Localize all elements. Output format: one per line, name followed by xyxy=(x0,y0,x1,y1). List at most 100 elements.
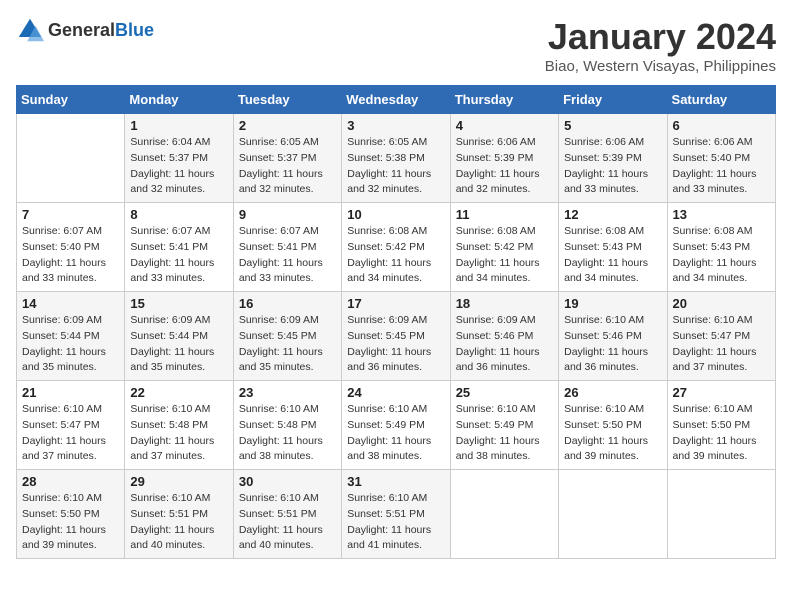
calendar-cell xyxy=(667,470,775,559)
calendar-table: SundayMondayTuesdayWednesdayThursdayFrid… xyxy=(16,85,776,559)
day-number: 16 xyxy=(239,296,336,311)
day-info: Sunrise: 6:07 AMSunset: 5:40 PMDaylight:… xyxy=(22,224,119,287)
weekday-header-monday: Monday xyxy=(125,86,233,114)
calendar-cell: 13 Sunrise: 6:08 AMSunset: 5:43 PMDayligh… xyxy=(667,203,775,292)
calendar-cell: 19Sunrise: 6:10 AMSunset: 5:46 PMDayligh… xyxy=(559,292,667,381)
calendar-header: SundayMondayTuesdayWednesdayThursdayFrid… xyxy=(17,86,776,114)
day-number: 12 xyxy=(564,207,661,222)
day-info: Sunrise: 6:05 AMSunset: 5:37 PMDaylight:… xyxy=(239,135,336,198)
calendar-cell: 25Sunrise: 6:10 AMSunset: 5:49 PMDayligh… xyxy=(450,381,558,470)
day-info: Sunrise: 6:10 AMSunset: 5:48 PMDaylight:… xyxy=(130,402,227,465)
day-number: 17 xyxy=(347,296,444,311)
day-info: Sunrise: 6:10 AMSunset: 5:50 PMDaylight:… xyxy=(22,491,119,554)
calendar-cell: 31 Sunrise: 6:10 AMSunset: 5:51 PMDayligh… xyxy=(342,470,450,559)
calendar-cell: 3Sunrise: 6:05 AMSunset: 5:38 PMDaylight… xyxy=(342,114,450,203)
calendar-body: 1Sunrise: 6:04 AMSunset: 5:37 PMDaylight… xyxy=(17,114,776,559)
day-number: 23 xyxy=(239,385,336,400)
title-area: January 2024 Biao, Western Visayas, Phil… xyxy=(545,16,776,75)
day-number: 6 xyxy=(673,118,770,133)
day-info: Sunrise: 6:10 AMSunset: 5:48 PMDaylight:… xyxy=(239,402,336,465)
logo-text: GeneralBlue xyxy=(48,20,154,41)
calendar-cell: 7 Sunrise: 6:07 AMSunset: 5:40 PMDaylight… xyxy=(17,203,125,292)
day-info: Sunrise: 6:08 AMSunset: 5:43 PMDaylight:… xyxy=(564,224,661,287)
day-info: Sunrise: 6:10 AMSunset: 5:49 PMDaylight:… xyxy=(347,402,444,465)
calendar-cell: 24 Sunrise: 6:10 AMSunset: 5:49 PMDayligh… xyxy=(342,381,450,470)
day-info: Sunrise: 6:10 AMSunset: 5:47 PMDaylight:… xyxy=(673,313,770,376)
calendar-cell: 9Sunrise: 6:07 AMSunset: 5:41 PMDaylight… xyxy=(233,203,341,292)
day-info: Sunrise: 6:06 AMSunset: 5:39 PMDaylight:… xyxy=(564,135,661,198)
calendar-cell: 16 Sunrise: 6:09 AMSunset: 5:45 PMDayligh… xyxy=(233,292,341,381)
calendar-cell: 21 Sunrise: 6:10 AMSunset: 5:47 PMDayligh… xyxy=(17,381,125,470)
day-info: Sunrise: 6:08 AMSunset: 5:42 PMDaylight:… xyxy=(347,224,444,287)
day-info: Sunrise: 6:10 AMSunset: 5:50 PMDaylight:… xyxy=(564,402,661,465)
weekday-header-sunday: Sunday xyxy=(17,86,125,114)
calendar-cell: 8 Sunrise: 6:07 AMSunset: 5:41 PMDaylight… xyxy=(125,203,233,292)
day-number: 3 xyxy=(347,118,444,133)
day-info: Sunrise: 6:07 AMSunset: 5:41 PMDaylight:… xyxy=(130,224,227,287)
calendar-cell: 23 Sunrise: 6:10 AMSunset: 5:48 PMDayligh… xyxy=(233,381,341,470)
logo-icon xyxy=(16,16,44,44)
header: GeneralBlue January 2024 Biao, Western V… xyxy=(16,16,776,75)
day-info: Sunrise: 6:10 AMSunset: 5:47 PMDaylight:… xyxy=(22,402,119,465)
month-title: January 2024 xyxy=(545,16,776,58)
calendar-cell: 15Sunrise: 6:09 AMSunset: 5:44 PMDayligh… xyxy=(125,292,233,381)
calendar-cell: 20 Sunrise: 6:10 AMSunset: 5:47 PMDayligh… xyxy=(667,292,775,381)
day-number: 21 xyxy=(22,385,119,400)
day-number: 10 xyxy=(347,207,444,222)
day-number: 20 xyxy=(673,296,770,311)
calendar-week-5: 28 Sunrise: 6:10 AMSunset: 5:50 PMDayligh… xyxy=(17,470,776,559)
day-info: Sunrise: 6:06 AMSunset: 5:40 PMDaylight:… xyxy=(673,135,770,198)
calendar-cell xyxy=(17,114,125,203)
day-info: Sunrise: 6:08 AMSunset: 5:43 PMDaylight:… xyxy=(673,224,770,287)
weekday-header-friday: Friday xyxy=(559,86,667,114)
calendar-week-4: 21 Sunrise: 6:10 AMSunset: 5:47 PMDayligh… xyxy=(17,381,776,470)
calendar-cell xyxy=(450,470,558,559)
day-number: 4 xyxy=(456,118,553,133)
day-info: Sunrise: 6:10 AMSunset: 5:50 PMDaylight:… xyxy=(673,402,770,465)
calendar-cell: 12 Sunrise: 6:08 AMSunset: 5:43 PMDayligh… xyxy=(559,203,667,292)
calendar-cell: 29Sunrise: 6:10 AMSunset: 5:51 PMDayligh… xyxy=(125,470,233,559)
day-number: 2 xyxy=(239,118,336,133)
day-info: Sunrise: 6:10 AMSunset: 5:51 PMDaylight:… xyxy=(239,491,336,554)
weekday-header-wednesday: Wednesday xyxy=(342,86,450,114)
day-number: 14 xyxy=(22,296,119,311)
calendar-week-3: 14 Sunrise: 6:09 AMSunset: 5:44 PMDayligh… xyxy=(17,292,776,381)
logo-general: General xyxy=(48,20,115,40)
day-number: 1 xyxy=(130,118,227,133)
calendar-cell: 4 Sunrise: 6:06 AMSunset: 5:39 PMDaylight… xyxy=(450,114,558,203)
day-info: Sunrise: 6:10 AMSunset: 5:51 PMDaylight:… xyxy=(347,491,444,554)
day-info: Sunrise: 6:08 AMSunset: 5:42 PMDaylight:… xyxy=(456,224,553,287)
day-number: 26 xyxy=(564,385,661,400)
day-info: Sunrise: 6:10 AMSunset: 5:51 PMDaylight:… xyxy=(130,491,227,554)
calendar-cell: 22 Sunrise: 6:10 AMSunset: 5:48 PMDayligh… xyxy=(125,381,233,470)
calendar-cell: 30 Sunrise: 6:10 AMSunset: 5:51 PMDayligh… xyxy=(233,470,341,559)
day-number: 7 xyxy=(22,207,119,222)
day-number: 5 xyxy=(564,118,661,133)
day-number: 18 xyxy=(456,296,553,311)
day-info: Sunrise: 6:09 AMSunset: 5:45 PMDaylight:… xyxy=(239,313,336,376)
day-number: 31 xyxy=(347,474,444,489)
day-number: 30 xyxy=(239,474,336,489)
weekday-row: SundayMondayTuesdayWednesdayThursdayFrid… xyxy=(17,86,776,114)
calendar-cell xyxy=(559,470,667,559)
calendar-cell: 10 Sunrise: 6:08 AMSunset: 5:42 PMDayligh… xyxy=(342,203,450,292)
calendar-cell: 2 Sunrise: 6:05 AMSunset: 5:37 PMDaylight… xyxy=(233,114,341,203)
day-info: Sunrise: 6:09 AMSunset: 5:45 PMDaylight:… xyxy=(347,313,444,376)
day-info: Sunrise: 6:09 AMSunset: 5:46 PMDaylight:… xyxy=(456,313,553,376)
day-number: 28 xyxy=(22,474,119,489)
calendar-cell: 26 Sunrise: 6:10 AMSunset: 5:50 PMDayligh… xyxy=(559,381,667,470)
calendar-cell: 1Sunrise: 6:04 AMSunset: 5:37 PMDaylight… xyxy=(125,114,233,203)
day-info: Sunrise: 6:06 AMSunset: 5:39 PMDaylight:… xyxy=(456,135,553,198)
calendar-cell: 14 Sunrise: 6:09 AMSunset: 5:44 PMDayligh… xyxy=(17,292,125,381)
location-title: Biao, Western Visayas, Philippines xyxy=(545,58,776,75)
calendar-cell: 27Sunrise: 6:10 AMSunset: 5:50 PMDayligh… xyxy=(667,381,775,470)
day-number: 24 xyxy=(347,385,444,400)
day-info: Sunrise: 6:09 AMSunset: 5:44 PMDaylight:… xyxy=(22,313,119,376)
weekday-header-thursday: Thursday xyxy=(450,86,558,114)
calendar-cell: 6 Sunrise: 6:06 AMSunset: 5:40 PMDaylight… xyxy=(667,114,775,203)
day-number: 22 xyxy=(130,385,227,400)
calendar-cell: 5 Sunrise: 6:06 AMSunset: 5:39 PMDaylight… xyxy=(559,114,667,203)
day-number: 13 xyxy=(673,207,770,222)
day-number: 8 xyxy=(130,207,227,222)
calendar-cell: 11Sunrise: 6:08 AMSunset: 5:42 PMDayligh… xyxy=(450,203,558,292)
